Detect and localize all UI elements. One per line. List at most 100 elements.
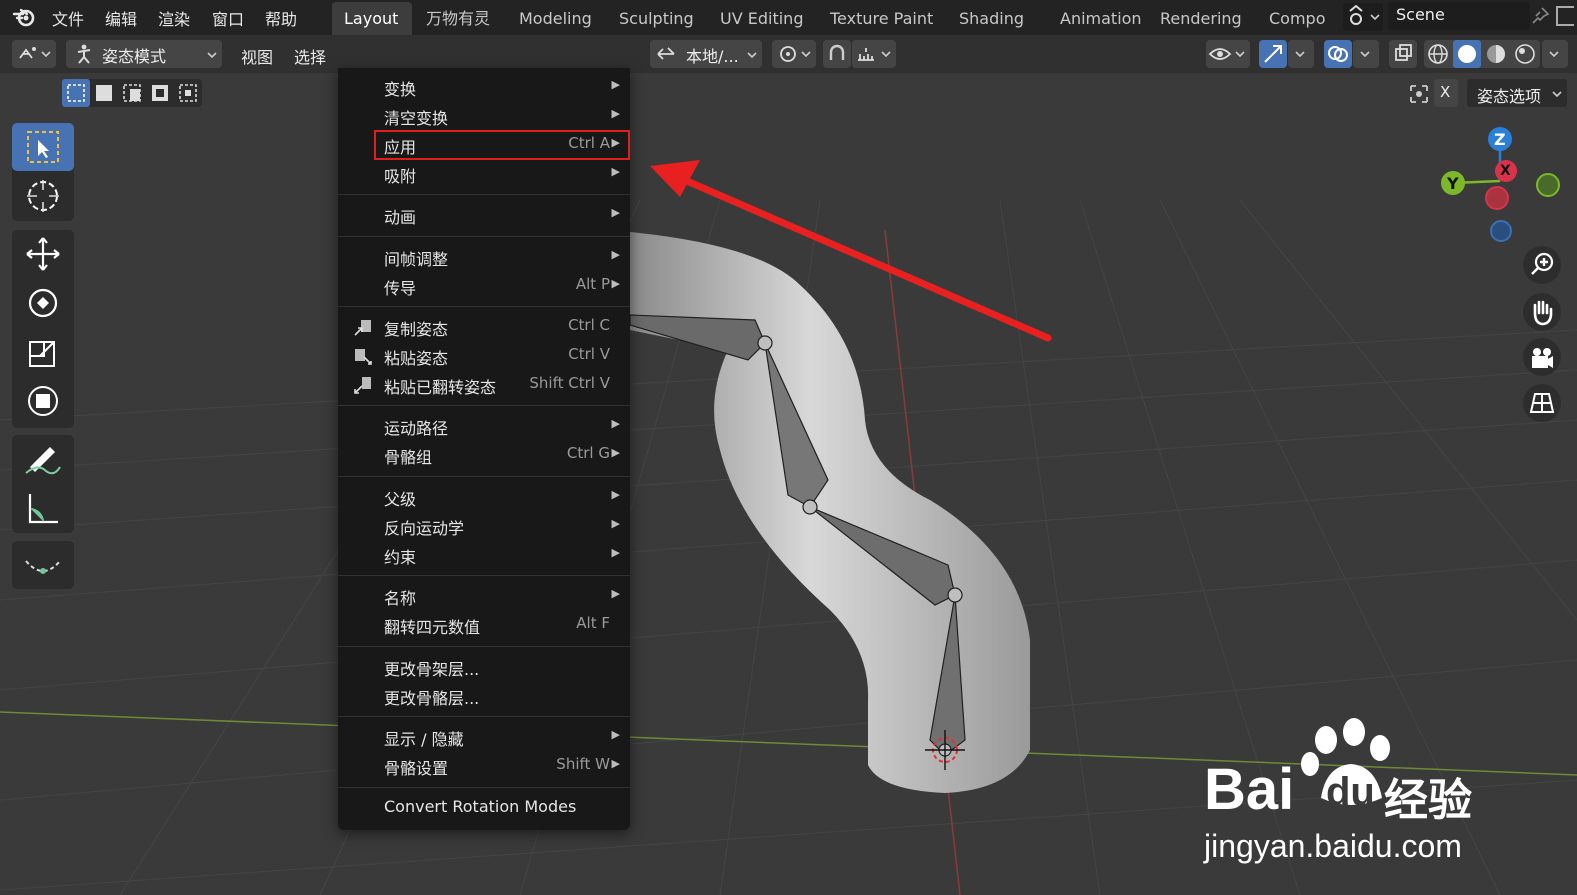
perspective-grid-icon[interactable] [1523,384,1561,422]
camera-view-icon[interactable] [1523,338,1561,376]
menu-item-paste-flipped-pose[interactable]: 粘贴已翻转姿态 Shift Ctrl V [338,370,630,399]
menu-render[interactable]: 渲染 [158,6,190,30]
menu-item-shortcut: Ctrl V [568,345,610,363]
watermark-url: jingyan.baidu.com [1204,828,1462,864]
rotate-tool[interactable] [12,279,74,327]
move-tool[interactable] [12,230,74,278]
annotate-tool[interactable] [12,435,74,483]
select-subtract-icon[interactable] [118,79,146,107]
select-new-icon[interactable] [62,79,90,107]
menu-item-change-bone-layers[interactable]: 更改骨骼层... [338,681,630,710]
tab-modeling[interactable]: Modeling [507,2,604,35]
overlays-settings-button[interactable] [1353,40,1379,68]
editor-type-button[interactable] [12,40,56,68]
3d-viewport[interactable]: X 姿态选项 Z Y X Bai du 经验 jingyan.baidu.com [0,73,1577,895]
tab-compositing[interactable]: Compo [1257,2,1338,35]
scene-icon[interactable] [1343,3,1383,31]
menu-item-paste-pose[interactable]: 粘贴姿态 Ctrl V [338,341,630,370]
submenu-arrow-icon: ▶ [611,517,620,530]
menu-item-flip-quaternions[interactable]: 翻转四元数值 Alt F [338,610,630,639]
menu-item-clear-transform[interactable]: 清空变换 ▶ [338,101,630,130]
shading-mode-group[interactable] [1424,40,1540,68]
menu-item-propagate[interactable]: 传导 Alt P ▶ [338,271,630,300]
tab-sculpting[interactable]: Sculpting [607,2,706,35]
xray-toggle[interactable] [1389,40,1417,68]
transform-tool[interactable] [12,377,74,425]
menu-item-motion-paths[interactable]: 运动路径 ▶ [338,411,630,440]
menu-item-change-armature-layers[interactable]: 更改骨架层... [338,652,630,681]
solid-shading-icon[interactable] [1453,40,1481,68]
menu-item-constraints[interactable]: 约束 ▶ [338,540,630,569]
submenu-arrow-icon: ▶ [611,206,620,219]
shading-settings-button[interactable] [1542,40,1568,68]
material-shading-icon[interactable] [1482,40,1510,68]
tab-wanwu[interactable]: 万物有灵 [414,2,502,35]
tab-shading[interactable]: Shading [947,2,1036,35]
selection-mode-group[interactable] [62,79,202,107]
tab-animation[interactable]: Animation [1048,2,1154,35]
menu-item-copy-pose[interactable]: 复制姿态 Ctrl C [338,312,630,341]
gizmo-settings-button[interactable] [1288,40,1314,68]
tube-mesh[interactable] [630,232,1030,793]
select-box-tool[interactable] [12,123,74,171]
mirror-x-button[interactable]: X [1434,79,1458,107]
overlays-toggle[interactable] [1324,40,1352,68]
submenu-arrow-icon: ▶ [611,488,620,501]
measure-tool[interactable] [12,484,74,532]
menu-item-animation[interactable]: 动画 ▶ [338,200,630,229]
pose-options-dropdown[interactable]: 姿态选项 [1467,79,1567,107]
menu-window[interactable]: 窗口 [212,6,244,30]
pan-hand-icon[interactable] [1523,293,1561,331]
pin-icon[interactable] [1530,6,1550,26]
menu-item-in-betweens[interactable]: 间帧调整 ▶ [338,242,630,271]
submenu-arrow-icon: ▶ [611,757,620,770]
submenu-arrow-icon: ▶ [611,417,620,430]
new-scene-icon[interactable] [1556,6,1574,26]
mode-selector[interactable]: 姿态模式 [66,40,222,68]
snap-toggle[interactable] [823,40,851,68]
cursor-tool[interactable] [12,172,74,220]
pivot-point-button[interactable] [772,40,816,68]
paste-flipped-pose-icon [354,377,371,394]
zoom-button[interactable] [1523,246,1561,284]
tab-layout[interactable]: Layout [332,2,412,35]
select-extend-icon[interactable] [90,79,118,107]
menu-item-show-hide[interactable]: 显示 / 隐藏 ▶ [338,722,630,751]
menu-file[interactable]: 文件 [52,6,84,30]
tab-texture-paint[interactable]: Texture Paint [818,2,945,35]
menu-item-transform[interactable]: 变换 ▶ [338,72,630,101]
menu-select[interactable]: 选择 [294,44,326,68]
blender-logo-icon[interactable] [12,5,36,29]
menu-help[interactable]: 帮助 [265,6,297,30]
menu-view[interactable]: 视图 [241,44,273,68]
select-invert-icon[interactable] [146,79,174,107]
transform-orientation-selector[interactable]: 本地/... [650,40,762,68]
snap-settings-button[interactable] [852,40,896,68]
menu-item-snap[interactable]: 吸附 ▶ [338,159,630,188]
menu-item-label: 更改骨架层... [384,660,480,679]
menu-separator [338,646,630,647]
menu-item-bone-groups[interactable]: 骨骼组 Ctrl G ▶ [338,440,630,469]
tab-rendering[interactable]: Rendering [1148,2,1254,35]
menu-item-label: 变换 [384,80,417,99]
menu-item-bone-settings[interactable]: 骨骼设置 Shift W ▶ [338,751,630,780]
menu-item-label: Convert Rotation Modes [384,797,577,816]
menu-item-inverse-kinematics[interactable]: 反向运动学 ▶ [338,511,630,540]
scene-selector[interactable]: Scene [1388,2,1530,30]
menu-item-convert-rotation-modes[interactable]: Convert Rotation Modes [338,793,630,822]
wireframe-shading-icon[interactable] [1424,40,1452,68]
select-intersect-icon[interactable] [174,79,202,107]
menu-item-parent[interactable]: 父级 ▶ [338,482,630,511]
bend-tool[interactable] [12,541,74,589]
menu-item-label: 复制姿态 [384,320,449,339]
gizmo-toggle[interactable] [1259,40,1287,68]
scale-tool[interactable] [12,328,74,376]
menu-edit[interactable]: 编辑 [105,6,137,30]
tab-uv-editing[interactable]: UV Editing [708,2,815,35]
menu-item-label: 运动路径 [384,419,449,438]
menu-item-names[interactable]: 名称 ▶ [338,581,630,610]
sidebar-toggle-icon[interactable] [1406,81,1432,107]
visibility-button[interactable] [1206,40,1250,68]
rendered-shading-icon[interactable] [1511,40,1539,68]
menu-item-label: 间帧调整 [384,250,449,269]
